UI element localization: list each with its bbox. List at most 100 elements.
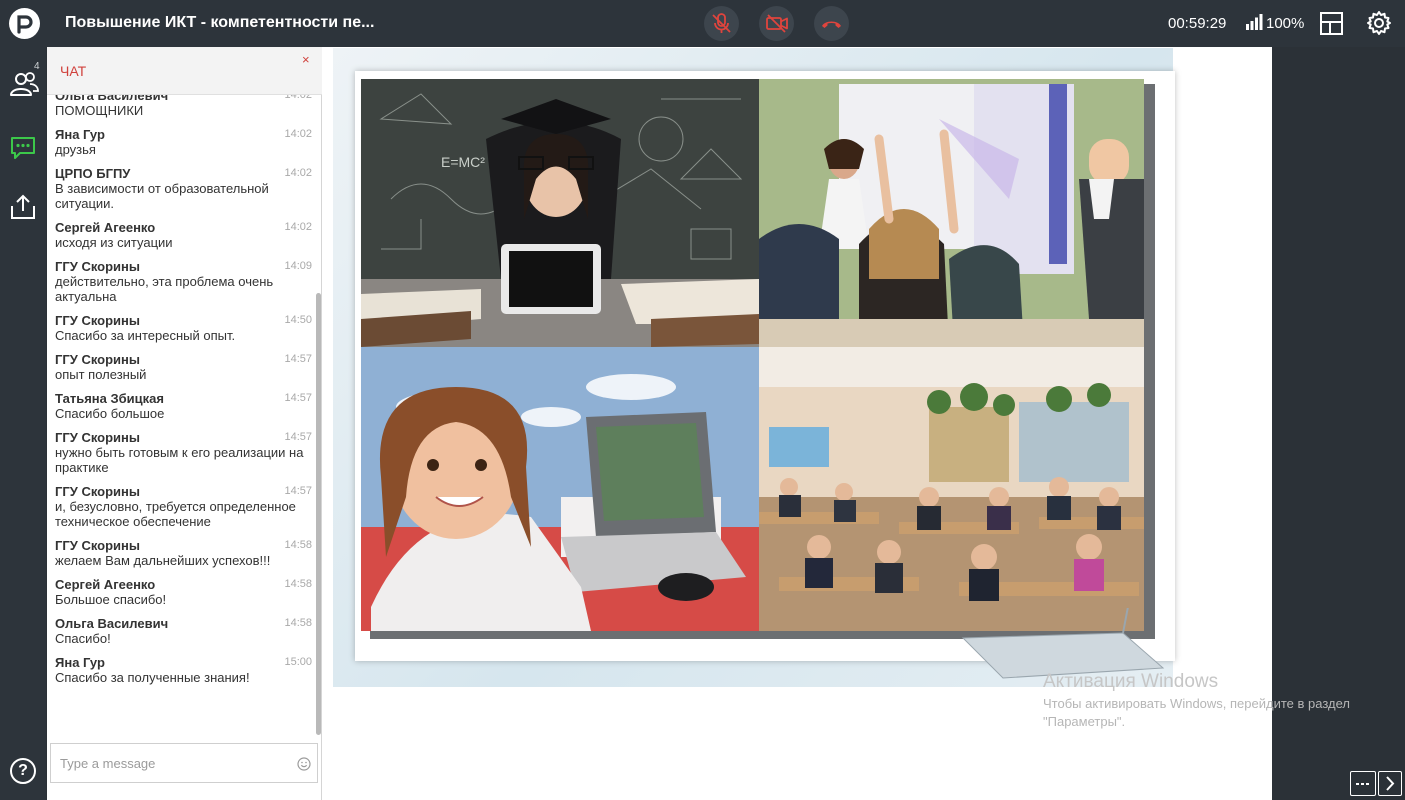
message-time: 14:02 [284, 95, 312, 101]
message-author: Ольга Василевич [55, 616, 169, 631]
message-author: Яна Гур [55, 127, 105, 142]
chat-scrollbar[interactable] [316, 293, 321, 735]
message-author: Татьяна Збицкая [55, 391, 164, 406]
message-author: ГГУ Скорины [55, 352, 140, 367]
expand-panel-button[interactable] [1378, 771, 1402, 796]
help-button[interactable]: ? [10, 758, 36, 784]
message-text: и, безусловно, требуется определенное те… [55, 499, 296, 529]
photo-classroom [759, 347, 1144, 631]
watermark-title: Активация Windows [1043, 671, 1219, 692]
session-timer: 00:59:29 [1168, 15, 1227, 32]
layout-icon[interactable] [1319, 11, 1344, 36]
connection-quality: 100% [1266, 15, 1305, 32]
message-time: 14:02 [284, 167, 312, 179]
message-text: нужно быть готовым к его реализации на п… [55, 445, 304, 475]
photo-graduate-teacher: E=MC² [361, 79, 759, 347]
message-author: ГГУ Скорины [55, 538, 140, 553]
more-options-button[interactable] [1350, 771, 1376, 796]
message-text: желаем Вам дальнейших успехов!!! [55, 553, 271, 568]
message-time: 14:58 [284, 578, 312, 590]
participants-button[interactable] [8, 69, 40, 104]
chalkboard-formula: E=MC² [441, 154, 485, 170]
share-button[interactable] [8, 192, 38, 227]
message-time: 14:50 [284, 314, 312, 326]
message-author: ГГУ Скорины [55, 484, 140, 499]
message-author: Ольга Василевич [55, 95, 169, 103]
message-text: Спасибо за интересный опыт. [55, 328, 236, 343]
message-time: 15:00 [284, 656, 312, 668]
chat-message: ГГУ Скорины 14:09 действительно, эта пробл… [47, 259, 322, 304]
message-text: друзья [55, 142, 96, 157]
presentation-area: E=MC² Активация Windows Чтобы активирова… [322, 47, 1350, 800]
message-text: Спасибо за полученные знания! [55, 670, 250, 685]
smiley-icon[interactable] [297, 757, 311, 771]
webinar-title: Повышение ИКТ - компетентности пе... [65, 14, 375, 31]
camera-button[interactable] [759, 6, 794, 41]
chat-button[interactable] [8, 133, 38, 168]
message-text: ПОМОЩНИКИ [55, 103, 144, 118]
chat-message: Яна Гур 14:02 друзья [47, 127, 322, 157]
message-time: 14:02 [284, 221, 312, 233]
chat-icon [11, 137, 35, 159]
hangup-button[interactable] [814, 6, 849, 41]
microphone-icon [712, 13, 731, 33]
chat-message: Яна Гур 15:00 Спасибо за полученные знания… [47, 655, 322, 685]
message-author: Яна Гур [55, 655, 105, 670]
presentation-slide: E=MC² [333, 48, 1175, 687]
message-text: Спасибо! [55, 631, 111, 646]
top-bar: Повышение ИКТ - компетентности пе... 00:… [0, 0, 1405, 47]
message-author: ГГУ Скорины [55, 313, 140, 328]
camera-icon [766, 14, 788, 33]
windows-activation-watermark: Активация Windows Чтобы активировать Win… [1043, 671, 1363, 731]
message-text: В зависимости от образовательной ситуаци… [55, 181, 269, 211]
chat-header: ЧАТ × [47, 47, 322, 95]
chat-message: Сергей Агеенко 14:02 исходя из ситуации [47, 220, 322, 250]
chevron-right-icon [1386, 776, 1395, 791]
chat-message: Ольга Василевич 14:02 ПОМОЩНИКИ [47, 95, 322, 118]
upload-icon [11, 194, 35, 219]
message-time: 14:57 [284, 353, 312, 365]
watermark-text: Чтобы активировать Windows, перейдите в … [1043, 696, 1350, 729]
more-icon [1356, 783, 1370, 785]
chat-message: ЦРПО БГПУ 14:02 В зависимости от образоват… [47, 166, 322, 211]
signal-icon [1246, 14, 1263, 30]
message-author: Сергей Агеенко [55, 577, 156, 592]
chat-message: ГГУ Скорины 14:57 и, безусловно, требуется… [47, 484, 322, 529]
photo-interactive-whiteboard [759, 79, 1144, 347]
chat-message: ГГУ Скорины 14:50 Спасибо за интересный оп… [47, 313, 322, 343]
chat-title: ЧАТ [60, 63, 87, 79]
message-input[interactable] [51, 744, 291, 782]
message-author: ГГУ Скорины [55, 430, 140, 445]
message-author: Сергей Агеенко [55, 220, 156, 235]
microphone-button[interactable] [704, 6, 739, 41]
message-time: 14:58 [284, 617, 312, 629]
chat-message: ГГУ Скорины 14:57 нужно быть готовым к его… [47, 430, 322, 475]
chat-message: ГГУ Скорины 14:57 опыт полезный [47, 352, 322, 382]
message-text: действительно, эта проблема очень актуал… [55, 274, 274, 304]
close-chat-button[interactable]: × [302, 52, 310, 67]
message-time: 14:09 [284, 260, 312, 272]
chat-message: ГГУ Скорины 14:58 желаем Вам дальнейших ус… [47, 538, 322, 568]
message-time: 14:57 [284, 485, 312, 497]
message-text: Спасибо большое [55, 406, 165, 421]
chat-message: Татьяна Збицкая 14:57 Спасибо большое [47, 391, 322, 421]
message-time: 14:58 [284, 539, 312, 551]
message-author: ГГУ Скорины [55, 259, 140, 274]
message-time: 14:57 [284, 392, 312, 404]
message-text: исходя из ситуации [55, 235, 173, 250]
users-icon [10, 72, 39, 96]
message-time: 14:57 [284, 431, 312, 443]
photo-girl-with-laptop [361, 347, 759, 631]
message-list[interactable]: Ольга Василевич 14:02 ПОМОЩНИКИ Яна Гур 14:0… [47, 95, 322, 738]
message-input-box [50, 743, 318, 783]
message-author: ЦРПО БГПУ [55, 166, 131, 181]
phone-hangup-icon [822, 21, 841, 28]
message-time: 14:02 [284, 128, 312, 140]
chat-message: Сергей Агеенко 14:58 Большое спасибо! [47, 577, 322, 607]
participants-count: 4 [34, 61, 40, 72]
gear-icon[interactable] [1366, 10, 1392, 36]
pruffme-logo-icon [9, 8, 40, 39]
message-text: опыт полезный [55, 367, 147, 382]
left-rail: 4 ? [0, 47, 46, 800]
message-text: Большое спасибо! [55, 592, 167, 607]
